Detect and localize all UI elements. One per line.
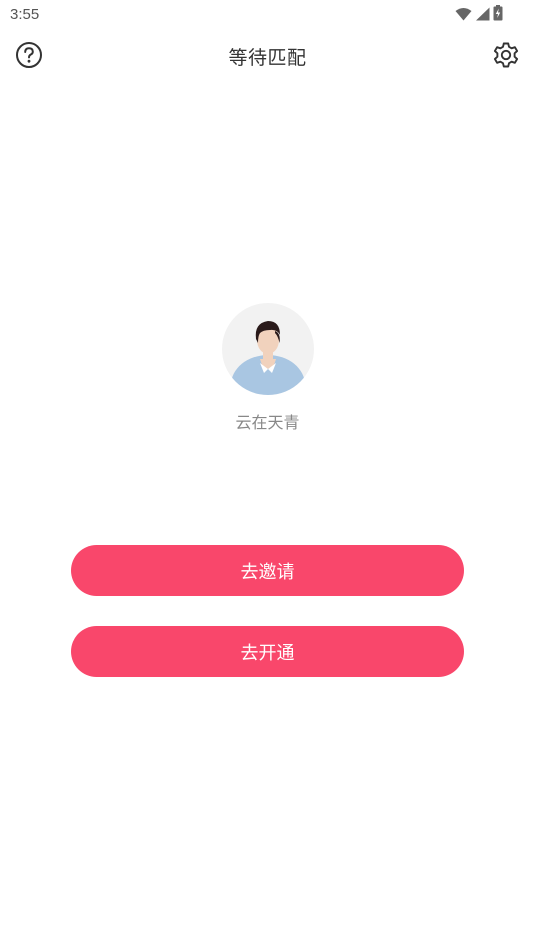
- battery-charging-icon: [493, 5, 503, 25]
- signal-icon: [475, 6, 490, 25]
- status-time: 3:55: [10, 6, 40, 23]
- app-header: 等待匹配: [0, 30, 535, 82]
- settings-button[interactable]: [491, 42, 521, 72]
- invite-button-label: 去邀请: [240, 561, 295, 583]
- page-title: 等待匹配: [228, 47, 307, 69]
- profile: 云在天青: [0, 303, 535, 433]
- invite-button[interactable]: 去邀请: [71, 545, 464, 596]
- activate-button[interactable]: 去开通: [71, 626, 464, 677]
- settings-icon: [492, 41, 520, 73]
- status-icons: [455, 5, 503, 25]
- status-bar: 3:55: [0, 0, 535, 30]
- username: 云在天青: [235, 413, 300, 432]
- wifi-icon: [455, 6, 472, 25]
- male-avatar-icon: [230, 321, 305, 395]
- avatar[interactable]: [221, 303, 314, 395]
- activate-button-label: 去开通: [240, 642, 295, 664]
